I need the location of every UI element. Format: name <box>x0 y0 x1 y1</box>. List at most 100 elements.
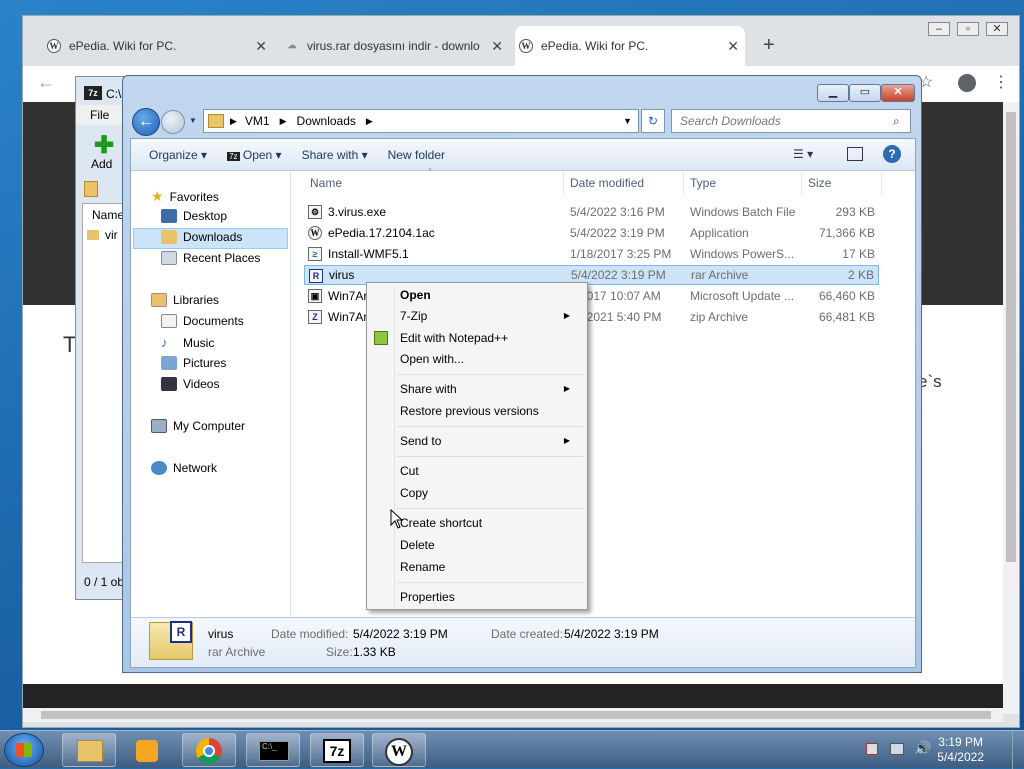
start-button[interactable] <box>4 733 44 767</box>
nav-music[interactable]: ♪ Music <box>161 335 214 350</box>
taskbar-cmd[interactable]: C:\_ <box>246 733 300 767</box>
close-tab-icon[interactable]: ✕ <box>727 38 739 55</box>
menu-separator <box>397 456 583 457</box>
add-label[interactable]: Add <box>91 157 112 171</box>
file-row[interactable]: W ePedia.17.2104.1ac 5/4/2022 3:19 PM Ap… <box>304 223 879 243</box>
back-icon[interactable]: ← <box>37 72 55 93</box>
menu-copy[interactable]: Copy <box>400 486 428 500</box>
menu-properties[interactable]: Properties <box>400 590 455 604</box>
history-dropdown-icon[interactable]: ▼ <box>189 116 197 125</box>
taskbar-chrome[interactable] <box>182 733 236 767</box>
menu-cut[interactable]: Cut <box>400 464 419 478</box>
nav-documents[interactable]: Documents <box>161 314 244 328</box>
file-row[interactable]: ⚙ 3.virus.exe 5/4/2022 3:16 PM Windows B… <box>304 202 879 222</box>
tab-2[interactable]: ☁ virus.rar dosyasını indir - downlo ✕ <box>281 26 509 66</box>
minimize-button[interactable]: – <box>928 22 950 36</box>
nav-pictures[interactable]: Pictures <box>161 356 226 370</box>
refresh-button[interactable]: ↻ <box>641 109 665 133</box>
date-created-value: 5/4/2022 3:19 PM <box>564 627 659 641</box>
menu-create-shortcut[interactable]: Create shortcut <box>400 516 482 530</box>
menu-edit-notepad[interactable]: Edit with Notepad++ <box>400 331 508 345</box>
menu-send-to[interactable]: Send to ▶ <box>400 434 580 448</box>
forward-button[interactable] <box>161 110 185 134</box>
close-tab-icon[interactable]: ✕ <box>255 38 267 55</box>
close-button[interactable]: ✕ <box>986 22 1008 36</box>
file-type: Application <box>690 226 749 240</box>
horizontal-scroll-thumb[interactable] <box>41 711 991 719</box>
menu-rename[interactable]: Rename <box>400 560 445 574</box>
up-folder-icon[interactable] <box>84 181 98 197</box>
taskbar: C:\_ 7z W 🔊 3:19 PM 5/4/2022 <box>0 730 1024 769</box>
new-folder-button[interactable]: New folder <box>378 148 455 162</box>
maximize-button[interactable]: ▭ <box>849 84 881 102</box>
taskbar-epedia[interactable]: W <box>372 733 426 767</box>
action-center-icon[interactable] <box>866 743 878 755</box>
show-desktop-button[interactable] <box>1012 731 1024 769</box>
nav-favorites[interactable]: ★ Favorites <box>151 188 219 205</box>
file-size: 66,481 KB <box>818 310 875 324</box>
open-button[interactable]: 7z Open ▾ <box>217 148 292 162</box>
7zip-icon: 7z <box>84 86 102 100</box>
breadcrumb-downloads[interactable]: Downloads <box>297 114 356 128</box>
nav-desktop[interactable]: Desktop <box>161 209 227 223</box>
menu-open[interactable]: Open <box>400 288 431 302</box>
file-name: Install-WMF5.1 <box>328 247 409 261</box>
profile-icon[interactable] <box>958 74 976 92</box>
file-type: rar Archive <box>691 268 749 282</box>
nav-network[interactable]: Network <box>151 461 217 475</box>
date-modified-label: Date modified: <box>271 627 349 641</box>
organize-button[interactable]: Organize ▾ <box>139 148 217 162</box>
nav-recent-places[interactable]: Recent Places <box>161 251 260 265</box>
column-size[interactable]: Size <box>802 171 882 195</box>
add-icon[interactable]: ✚ <box>94 131 114 160</box>
tab-3-active[interactable]: W ePedia. Wiki for PC. ✕ <box>515 26 745 66</box>
breadcrumb-arrow-icon[interactable]: ▶ <box>366 116 373 127</box>
menu-restore-versions[interactable]: Restore previous versions <box>400 404 539 418</box>
taskbar-explorer[interactable] <box>62 733 116 767</box>
column-type[interactable]: Type <box>684 171 802 195</box>
search-input[interactable]: Search Downloads <box>671 109 911 133</box>
share-with-button[interactable]: Share with ▾ <box>292 148 378 162</box>
breadcrumb-arrow-icon[interactable]: ▶ <box>280 116 287 127</box>
volume-icon[interactable]: 🔊 <box>914 740 931 757</box>
file-type: zip Archive <box>690 310 749 324</box>
view-options-icon[interactable]: ☰ ▾ <box>793 147 813 161</box>
tab-title: virus.rar dosyasını indir - downlo <box>307 39 480 53</box>
close-tab-icon[interactable]: ✕ <box>491 38 503 55</box>
tab-1[interactable]: W ePedia. Wiki for PC. ✕ <box>43 26 273 66</box>
menu-7zip[interactable]: 7-Zip ▶ <box>400 309 580 323</box>
scroll-thumb[interactable] <box>1006 112 1016 562</box>
menu-open-with[interactable]: Open with... <box>400 352 464 366</box>
address-dropdown-icon[interactable]: ▼ <box>623 116 632 126</box>
menu-label: Share with <box>400 382 457 396</box>
menu-label: Send to <box>400 434 442 448</box>
maximize-button[interactable]: ▫ <box>957 22 979 36</box>
column-date-modified[interactable]: Date modified <box>564 171 684 195</box>
menu-icon[interactable]: ⋮ <box>993 72 1009 92</box>
file-row[interactable]: ≥ Install-WMF5.1 1/18/2017 3:25 PM Windo… <box>304 244 879 264</box>
network-tray-icon[interactable] <box>890 743 904 755</box>
nav-videos[interactable]: Videos <box>161 377 219 391</box>
close-button[interactable]: ✕ <box>881 84 915 102</box>
preview-pane-icon[interactable] <box>847 147 863 161</box>
back-button[interactable]: ← <box>132 108 160 136</box>
taskbar-media-player[interactable] <box>122 733 176 767</box>
7zip-icon: 7z <box>227 151 240 161</box>
powershell-icon: ≥ <box>308 247 322 261</box>
nav-libraries[interactable]: Libraries <box>151 293 219 307</box>
nav-my-computer[interactable]: My Computer <box>151 419 245 433</box>
column-name[interactable]: Name <box>304 171 564 195</box>
breadcrumb-vm1[interactable]: VM1 <box>245 114 270 128</box>
nav-downloads[interactable]: Downloads <box>161 230 242 244</box>
taskbar-7zip[interactable]: 7z <box>310 733 364 767</box>
clock[interactable]: 3:19 PM 5/4/2022 <box>937 735 984 765</box>
address-bar[interactable]: ▶ VM1 ▶ Downloads ▶ ▼ <box>203 109 639 133</box>
new-tab-button[interactable]: + <box>763 34 775 57</box>
menu-share-with[interactable]: Share with ▶ <box>400 382 580 396</box>
minimize-button[interactable]: ▁ <box>817 84 849 102</box>
column-name[interactable]: Name <box>92 208 124 222</box>
search-icon[interactable]: ⌕ <box>893 114 900 129</box>
menu-delete[interactable]: Delete <box>400 538 435 552</box>
7zip-item[interactable]: vir <box>105 228 118 242</box>
help-icon[interactable]: ? <box>883 145 901 163</box>
